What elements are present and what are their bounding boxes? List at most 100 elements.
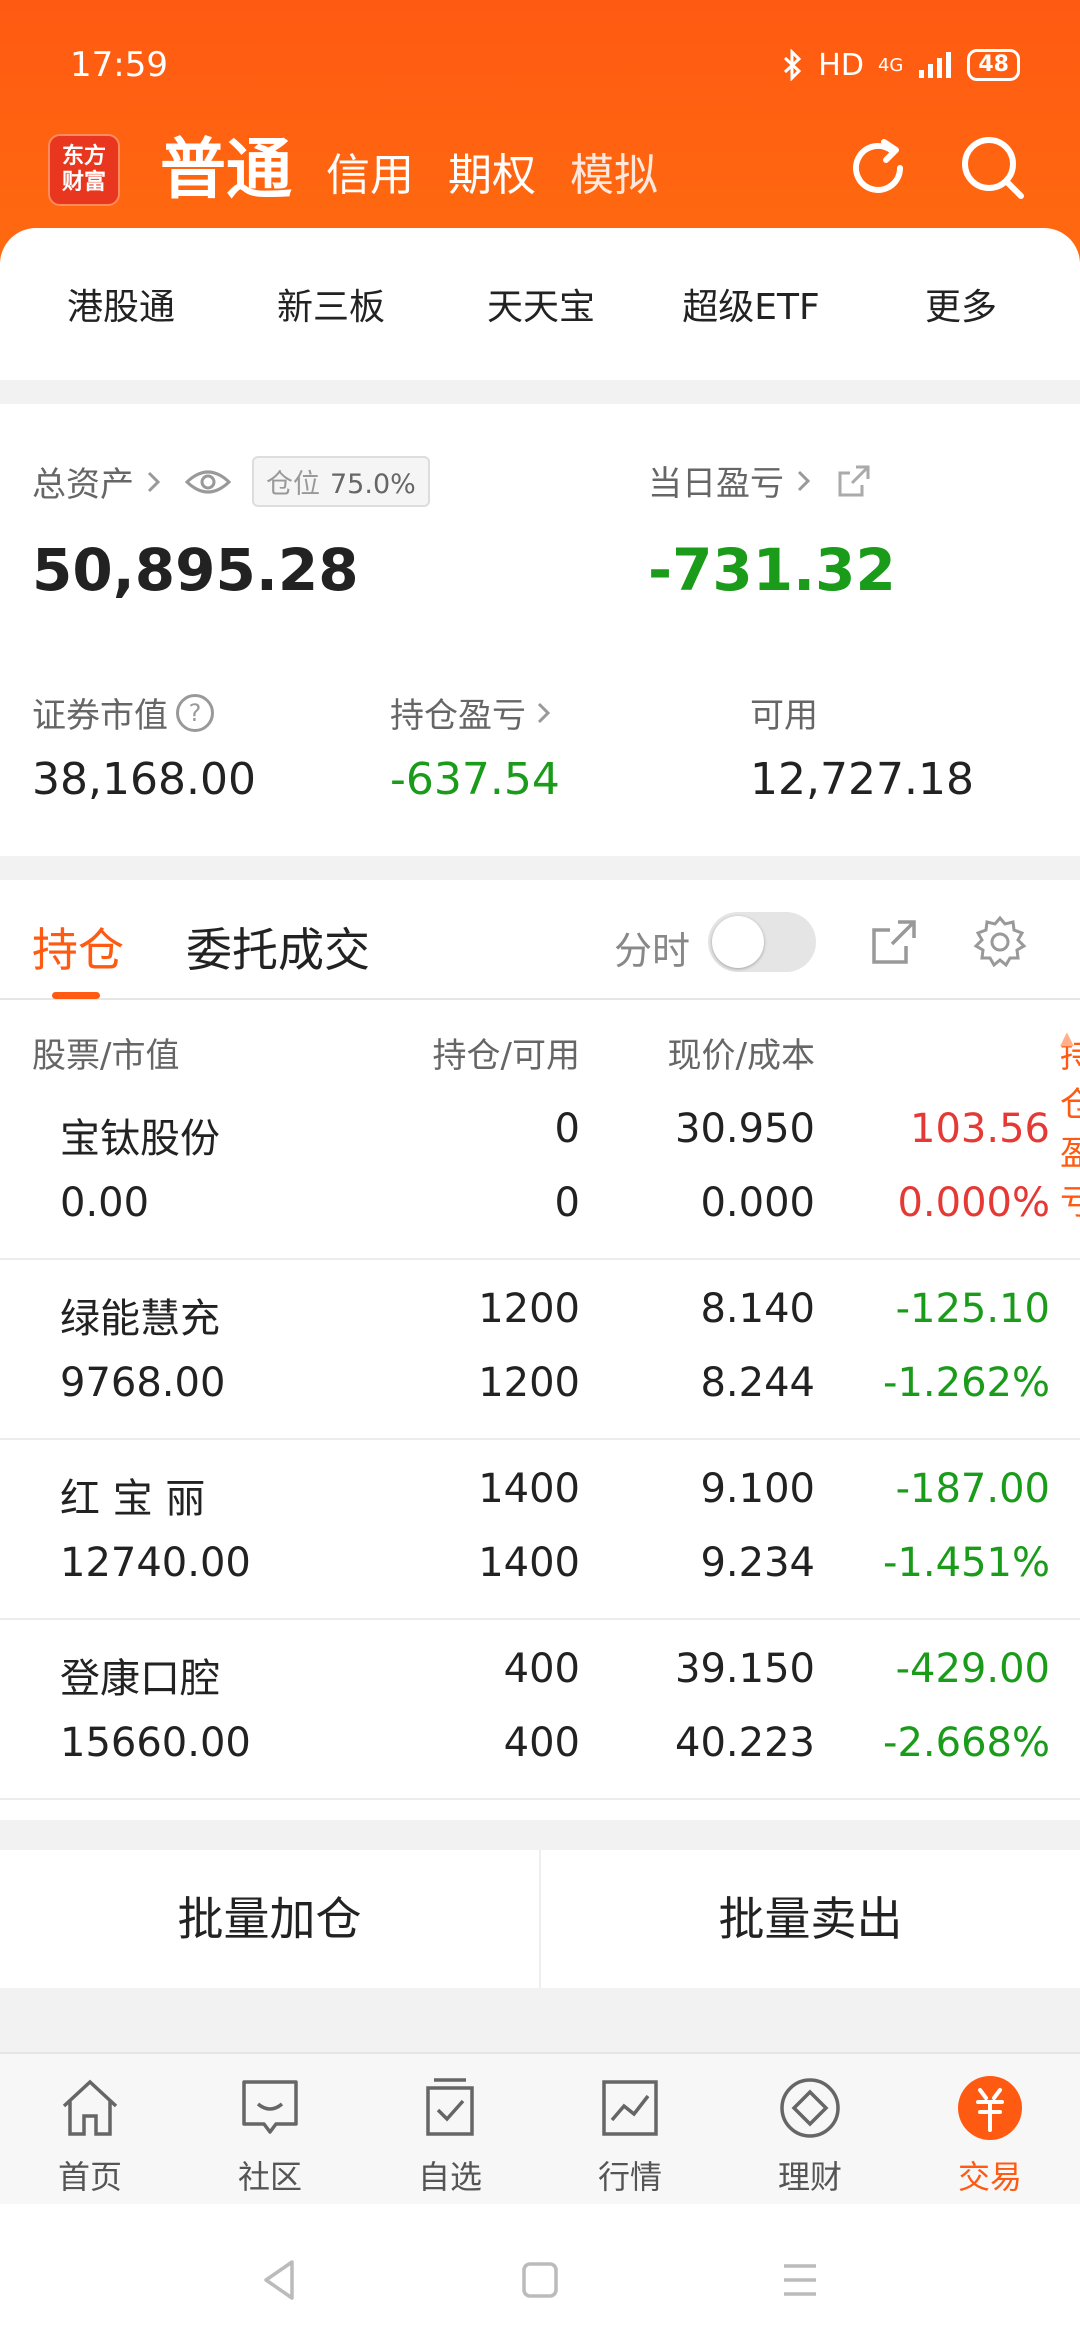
- quick-link-tiantianbao[interactable]: 天天宝: [436, 278, 646, 330]
- current-price: 39.150: [675, 1646, 815, 1692]
- table-row[interactable]: 绿能慧充 9768.00 1200 1200 8.140 8.244 -125.10 -1.2…: [0, 1260, 1080, 1440]
- stock-name: 登康口腔: [60, 1656, 220, 1702]
- tab-positions[interactable]: 持仓: [32, 914, 124, 980]
- signal-icon: [919, 52, 952, 78]
- search-icon[interactable]: [953, 128, 1033, 208]
- available-qty: 0: [554, 1180, 580, 1226]
- available-qty: 400: [503, 1720, 580, 1766]
- home-square-icon[interactable]: [518, 2258, 562, 2302]
- tab-simulation[interactable]: 模拟: [570, 146, 658, 210]
- app-header: 17:59 HD 4G 48 东方 财富 普通 信用 期权 模拟: [0, 0, 1080, 262]
- table-row[interactable]: 登康口腔 15660.00 400 400 39.150 40.223 -429.00 -2.…: [0, 1620, 1080, 1800]
- nav-trade[interactable]: 交易: [900, 2054, 1080, 2204]
- tab-options[interactable]: 期权: [448, 146, 536, 210]
- tab-normal[interactable]: 普通: [160, 130, 292, 210]
- menu-icon[interactable]: [778, 2258, 822, 2302]
- intraday-toggle-label: 分时: [614, 929, 691, 973]
- eye-icon[interactable]: [184, 465, 232, 499]
- col-position[interactable]: 持仓/可用: [433, 1028, 580, 1077]
- day-pnl-header[interactable]: 当日盈亏: [648, 456, 874, 505]
- quick-link-label: 更多: [924, 287, 997, 328]
- account-tabs: 普通 信用 期权 模拟: [160, 130, 658, 210]
- holding-pnl: -429.00: [895, 1646, 1050, 1692]
- nav-community[interactable]: 社区: [180, 2054, 360, 2204]
- cost-price: 9.234: [700, 1540, 815, 1586]
- cost-price: 0.000: [700, 1180, 815, 1226]
- chart-icon: [602, 2080, 658, 2136]
- nav-label: 理财: [777, 2158, 842, 2196]
- sort-icon: ▲: [1060, 1028, 1074, 1049]
- market-value: 38,168.00: [32, 754, 256, 805]
- holdings-tabs: 持仓 委托成交 分时: [0, 880, 1080, 1000]
- back-icon[interactable]: [258, 2258, 302, 2302]
- position-value: 75.0%: [330, 469, 416, 500]
- col-price[interactable]: 现价/成本: [668, 1028, 815, 1077]
- table-row[interactable]: 红 宝 丽 12740.00 1400 1400 9.100 9.234 -187.00 -1…: [0, 1440, 1080, 1620]
- position-qty: 1200: [478, 1286, 580, 1332]
- available-qty: 1200: [478, 1360, 580, 1406]
- refresh-icon[interactable]: [838, 128, 918, 208]
- current-price: 9.100: [700, 1466, 815, 1512]
- trade-icon: [958, 2076, 1022, 2140]
- intraday-toggle[interactable]: [708, 912, 816, 972]
- quick-link-more[interactable]: 更多: [856, 278, 1066, 330]
- table-row[interactable]: 宝钛股份 0.00 0 0 30.950 0.000 103.56 0.000%: [0, 1080, 1080, 1260]
- help-icon[interactable]: ?: [176, 693, 214, 732]
- stock-market-value: 15660.00: [60, 1720, 251, 1766]
- day-pnl-label: 当日盈亏: [648, 464, 784, 504]
- top-nav: 东方 财富 普通 信用 期权 模拟: [48, 120, 1040, 220]
- quick-link-hk-connect[interactable]: 港股通: [16, 278, 226, 330]
- total-assets-value: 50,895.28: [32, 536, 359, 604]
- battery-indicator: 48: [967, 49, 1020, 81]
- holding-pnl-value: -637.54: [390, 754, 560, 805]
- holding-pnl: -187.00: [895, 1466, 1050, 1512]
- nav-watchlist[interactable]: 自选: [360, 2054, 540, 2204]
- total-assets-label: 总资产: [32, 465, 134, 505]
- bluetooth-icon: [784, 49, 802, 81]
- holding-pnl-percent: -1.262%: [883, 1360, 1050, 1406]
- nav-market[interactable]: 行情: [540, 2054, 720, 2204]
- cost-price: 8.244: [700, 1360, 815, 1406]
- nav-label: 交易: [957, 2158, 1022, 2196]
- batch-sell-button[interactable]: 批量卖出: [541, 1850, 1080, 1988]
- holding-pnl-percent: 0.000%: [897, 1180, 1050, 1226]
- holdings-column-header: 股票/市值 持仓/可用 现价/成本 持仓盈亏 ▲: [0, 1028, 1080, 1223]
- current-price: 30.950: [675, 1106, 815, 1152]
- holding-pnl: 103.56: [910, 1106, 1050, 1152]
- settings-icon[interactable]: [972, 914, 1028, 970]
- tab-orders[interactable]: 委托成交: [186, 914, 370, 980]
- holding-pnl-header[interactable]: 持仓盈亏: [390, 688, 554, 737]
- holding-pnl-percent: -1.451%: [883, 1540, 1050, 1586]
- stock-name: 红 宝 丽: [60, 1476, 206, 1522]
- holding-pnl-percent: -2.668%: [883, 1720, 1050, 1766]
- nav-label: 自选: [417, 2158, 482, 2196]
- day-pnl-value: -731.32: [648, 536, 896, 604]
- available-header: 可用: [750, 688, 818, 737]
- current-price: 8.140: [700, 1286, 815, 1332]
- system-nav-bar: [0, 2204, 1080, 2340]
- position-label: 仓位: [266, 469, 320, 500]
- tab-credit[interactable]: 信用: [326, 146, 414, 210]
- available-label: 可用: [750, 696, 818, 736]
- stock-market-value: 9768.00: [60, 1360, 226, 1406]
- available-qty: 1400: [478, 1540, 580, 1586]
- quick-link-neeq[interactable]: 新三板: [226, 278, 436, 330]
- hd-indicator: HD: [818, 47, 864, 83]
- share-icon[interactable]: [868, 916, 920, 968]
- nav-wealth[interactable]: 理财: [720, 2054, 900, 2204]
- available-value: 12,727.18: [750, 754, 974, 805]
- col-stock[interactable]: 股票/市值: [32, 1028, 179, 1077]
- batch-buy-button[interactable]: 批量加仓: [0, 1850, 541, 1988]
- total-assets-header[interactable]: 总资产 仓位 75.0%: [32, 456, 430, 507]
- external-link-icon[interactable]: [834, 461, 874, 501]
- position-qty: 0: [554, 1106, 580, 1152]
- quick-link-super-etf[interactable]: 超级ETF: [646, 278, 856, 330]
- diamond-icon: [780, 2078, 840, 2138]
- status-time: 17:59: [70, 45, 168, 85]
- nav-home[interactable]: 首页: [0, 2054, 180, 2204]
- nav-label: 社区: [237, 2158, 302, 2196]
- nav-label: 行情: [597, 2158, 662, 2196]
- status-bar: 17:59 HD 4G 48: [70, 40, 1020, 90]
- bottom-nav: 首页 社区 自选 行情 理财 交易: [0, 2052, 1080, 2204]
- app-logo: 东方 财富: [48, 134, 120, 206]
